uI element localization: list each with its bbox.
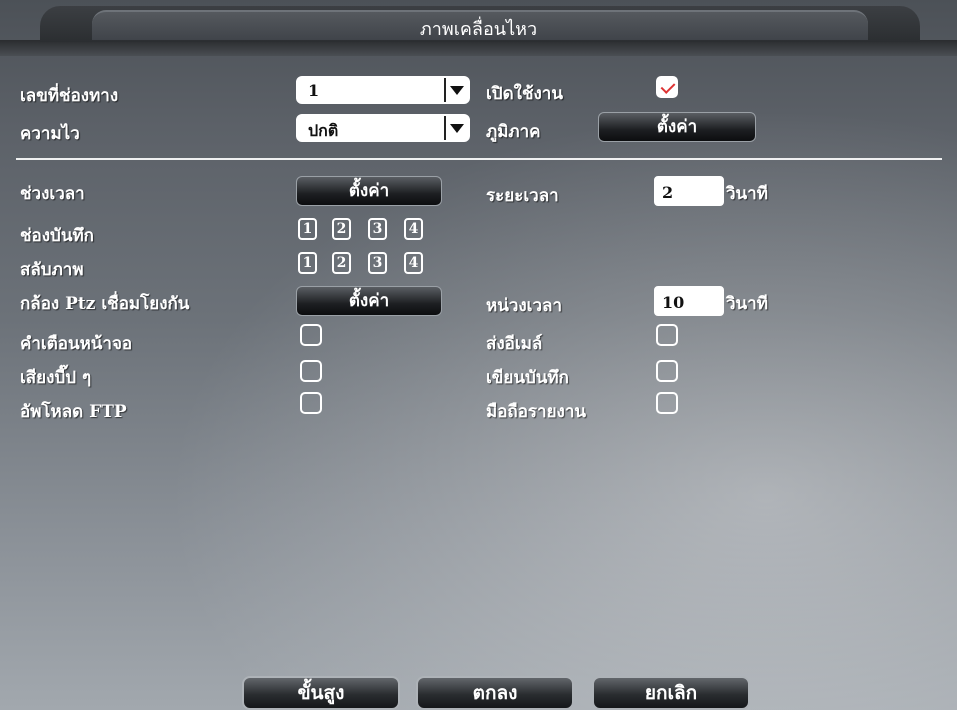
- channel-label: เลขที่ช่องทาง: [20, 86, 119, 106]
- channel-select[interactable]: 1: [296, 76, 470, 104]
- enable-checkbox[interactable]: [656, 76, 678, 98]
- interval-value: 2: [662, 183, 674, 202]
- delay-unit: วินาที: [726, 294, 768, 314]
- chevron-down-icon[interactable]: [444, 116, 468, 140]
- sensitivity-label: ความไว: [20, 124, 80, 144]
- beep-checkbox[interactable]: [300, 360, 322, 382]
- ptz-set-button[interactable]: ตั้งค่า: [296, 286, 442, 316]
- send-email-label: ส่งอีเมล์: [486, 334, 543, 354]
- ptz-label: กล้อง Ptz เชื่อมโยงกัน: [20, 294, 190, 314]
- switch-view-3[interactable]: 3: [368, 252, 387, 274]
- advanced-button[interactable]: ขั้นสูง: [242, 676, 400, 710]
- record-channel-2[interactable]: 2: [332, 218, 351, 240]
- interval-unit: วินาที: [726, 184, 768, 204]
- beep-label: เสียงบี๊ป ๆ: [20, 368, 92, 388]
- record-channel-3[interactable]: 3: [368, 218, 387, 240]
- ok-button[interactable]: ตกลง: [416, 676, 574, 710]
- mobile-report-checkbox[interactable]: [656, 392, 678, 414]
- period-set-button[interactable]: ตั้งค่า: [296, 176, 442, 206]
- screen-alert-label: คำเตือนหน้าจอ: [20, 334, 133, 354]
- record-channel-label: ช่องบันทึก: [20, 226, 94, 246]
- interval-input[interactable]: 2: [654, 176, 724, 206]
- send-email-checkbox[interactable]: [656, 324, 678, 346]
- sensitivity-value: ปกติ: [308, 121, 339, 140]
- cancel-button[interactable]: ยกเลิก: [592, 676, 750, 710]
- ftp-upload-label: อัพโหลด FTP: [20, 402, 127, 422]
- motion-detect-dialog: ภาพเคลื่อนไหว เลขที่ช่องทาง 1 เปิดใช้งาน…: [0, 0, 957, 710]
- delay-input[interactable]: 10: [654, 286, 724, 316]
- write-log-label: เขียนบันทึก: [486, 368, 569, 388]
- region-set-button[interactable]: ตั้งค่า: [598, 112, 756, 142]
- switch-view-2[interactable]: 2: [332, 252, 351, 274]
- period-label: ช่วงเวลา: [20, 184, 85, 204]
- divider: [16, 158, 942, 160]
- switch-view-label: สลับภาพ: [20, 260, 84, 280]
- region-label: ภูมิภาค: [486, 122, 541, 142]
- chevron-down-icon[interactable]: [444, 78, 468, 102]
- interval-label: ระยะเวลา: [486, 186, 559, 206]
- enable-label: เปิดใช้งาน: [486, 84, 563, 104]
- ftp-upload-checkbox[interactable]: [300, 392, 322, 414]
- write-log-checkbox[interactable]: [656, 360, 678, 382]
- switch-view-1[interactable]: 1: [298, 252, 317, 274]
- screen-alert-checkbox[interactable]: [300, 324, 322, 346]
- window-title: ภาพเคลื่อนไหว: [419, 19, 538, 40]
- switch-view-4[interactable]: 4: [404, 252, 423, 274]
- delay-value: 10: [662, 293, 685, 312]
- record-channel-4[interactable]: 4: [404, 218, 423, 240]
- delay-label: หน่วงเวลา: [486, 296, 562, 316]
- mobile-report-label: มือถือรายงาน: [486, 402, 587, 422]
- channel-value: 1: [308, 81, 320, 100]
- sensitivity-select[interactable]: ปกติ: [296, 114, 470, 142]
- record-channel-1[interactable]: 1: [298, 218, 317, 240]
